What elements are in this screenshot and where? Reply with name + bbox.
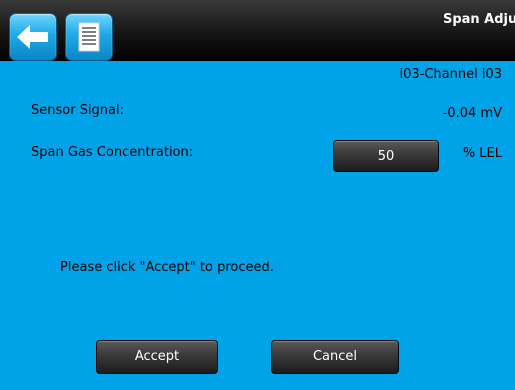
back-button[interactable] xyxy=(9,13,57,61)
span-gas-label: Span Gas Concentration: xyxy=(31,145,194,160)
channel-name: i03-Channel i03 xyxy=(399,67,502,82)
accept-button[interactable]: Accept xyxy=(96,340,218,374)
document-button[interactable] xyxy=(65,13,113,61)
back-arrow-icon xyxy=(17,25,48,49)
span-gas-unit: % LEL xyxy=(462,146,502,161)
page-title: Span Adjus xyxy=(442,12,515,27)
document-icon xyxy=(78,22,100,52)
cancel-button[interactable]: Cancel xyxy=(271,340,399,374)
span-adjust-screen: Span Adjus i03-Channel i03 Sensor Signal… xyxy=(0,0,515,390)
instruction-message: Please click "Accept" to proceed. xyxy=(60,260,274,275)
span-gas-value-button[interactable]: 50 xyxy=(333,140,439,172)
header-bar: Span Adjus xyxy=(0,0,515,61)
sensor-signal-label: Sensor Signal: xyxy=(31,103,125,118)
sensor-signal-value: -0.04 mV xyxy=(442,106,502,121)
